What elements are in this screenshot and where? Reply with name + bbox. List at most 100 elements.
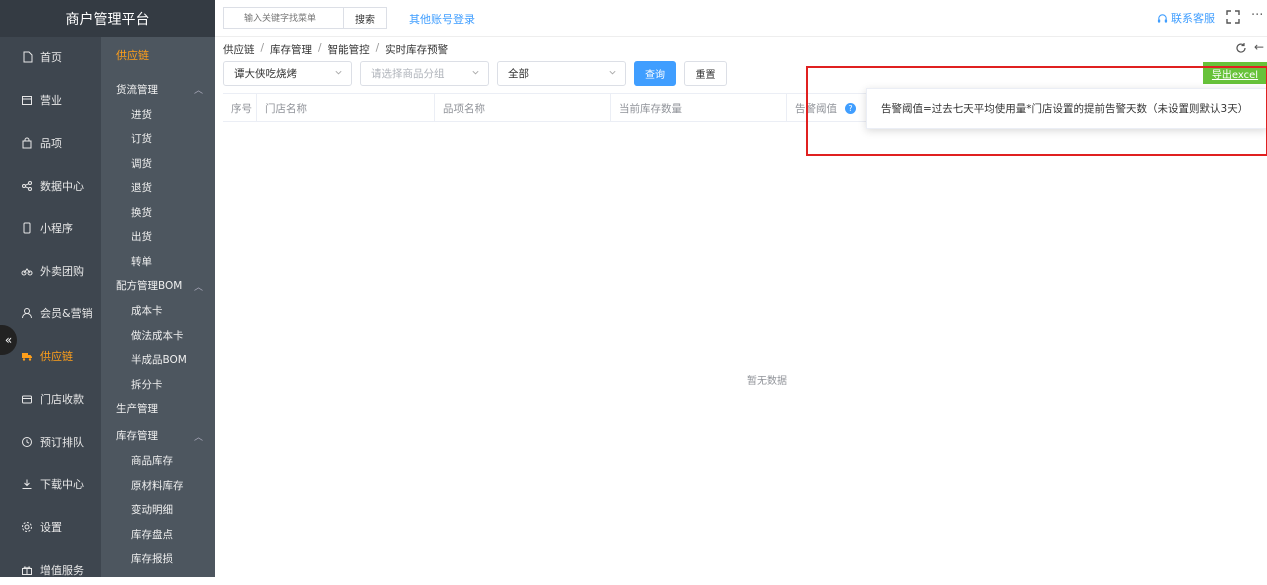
breadcrumb-separator: / [318,42,322,54]
primary-nav-label: 小程序 [40,222,73,235]
primary-nav-label: 门店收款 [40,393,84,406]
download-icon [20,477,34,491]
primary-nav-label: 首页 [40,51,62,64]
secondary-nav-item[interactable]: 库存报损 [101,548,215,570]
primary-nav-label: 下载中心 [40,478,84,491]
bike-icon [20,264,34,278]
breadcrumb: 供应链 / 库存管理 / 智能管控 / 实时库存预警 [223,42,448,57]
secondary-nav-item-label: 库存报损 [131,553,173,565]
primary-nav-item[interactable]: 小程序 [0,213,101,243]
secondary-nav-item-label: 转单 [131,255,152,268]
secondary-nav-item[interactable]: 库存盘点 [101,523,215,545]
secondary-nav-group[interactable]: 配方管理BOM ︿ [101,275,215,297]
secondary-nav-item-label: 变动明细 [131,504,173,516]
secondary-nav-item[interactable]: 进货 [101,103,215,125]
breadcrumb-item[interactable]: 供应链 [223,42,255,57]
secondary-nav-item[interactable]: 调货 [101,152,215,174]
category-select[interactable]: 请选择商品分组 [360,61,489,86]
secondary-nav-item[interactable]: 订货 [101,128,215,150]
secondary-nav-item-label: 退货 [131,182,152,194]
query-button[interactable]: 查询 [634,61,676,86]
secondary-nav-item[interactable]: 退货 [101,177,215,199]
status-select[interactable]: 全部 [497,61,626,86]
other-account-login-link[interactable]: 其他账号登录 [409,11,475,27]
secondary-nav-item[interactable]: 出货 [101,226,215,248]
primary-nav-item[interactable]: 预订排队 [0,427,101,457]
secondary-nav-item-label: 半成品BOM [131,354,187,366]
primary-nav-item[interactable]: 门店收款 [0,384,101,414]
support-label: 联系客服 [1171,12,1215,25]
breadcrumb-item: 实时库存预警 [385,44,449,56]
clock-icon [20,435,34,449]
primary-nav-label: 营业 [40,94,62,107]
secondary-nav-item-label: 进货 [131,108,152,121]
secondary-nav-item-label: 成本卡 [131,305,163,317]
top-header: 搜索 其他账号登录 联系客服 ··· [215,0,1267,37]
chevron-down-icon [472,70,479,75]
primary-nav-item[interactable]: 品项 [0,128,101,158]
category-select-placeholder: 请选择商品分组 [371,68,445,80]
wallet-icon [20,392,34,406]
secondary-sidebar: 供应链货流管理 ︿ 进货订货调货退货换货出货转单配方管理BOM ︿ 成本卡做法成本卡半成… [101,37,215,577]
primary-nav-label: 设置 [40,521,62,534]
file-icon [20,50,34,64]
export-excel-button[interactable]: 导出excel [1203,62,1267,84]
primary-nav-item[interactable]: 外卖团购 [0,256,101,286]
menu-search-input[interactable] [223,7,343,29]
help-icon[interactable]: ? [845,102,856,114]
secondary-nav-item-label: 订货 [131,133,152,145]
primary-nav-label: 外卖团购 [40,265,84,278]
secondary-nav-item-label: 库存盘点 [131,528,173,541]
secondary-nav-item[interactable]: 成本卡 [101,300,215,322]
secondary-nav-group[interactable]: 生产管理 [101,398,215,420]
breadcrumb-item[interactable]: 库存管理 [270,42,312,57]
back-arrow-icon[interactable]: ← [1254,40,1264,54]
fullscreen-icon[interactable] [1225,9,1241,25]
primary-nav-label: 数据中心 [40,180,84,193]
primary-nav-label: 增值服务 [40,564,84,577]
secondary-nav-group-label: 库存管理 [116,430,158,442]
secondary-nav-group[interactable]: 货流管理 ︿ [101,78,215,100]
breadcrumb-separator: / [375,42,380,54]
secondary-nav-item[interactable]: 拆分卡 [101,373,215,395]
secondary-nav-item[interactable]: 做法成本卡 [101,324,215,346]
reset-button[interactable]: 重置 [684,61,727,86]
headset-icon [1157,13,1168,23]
secondary-nav-item[interactable]: 换货 [101,201,215,223]
primary-nav-item[interactable]: 首页 [0,42,101,72]
secondary-nav-item-label: 做法成本卡 [131,329,184,342]
primary-nav-item[interactable]: 下载中心 [0,469,101,499]
refresh-icon[interactable] [1235,42,1247,54]
share-icon [20,179,34,193]
secondary-nav-item[interactable]: 半成品BOM [101,349,215,371]
secondary-nav-item-label: 出货 [131,231,152,243]
breadcrumb-item[interactable]: 智能管控 [328,42,370,57]
phone-icon [20,221,34,235]
primary-nav-item[interactable]: 数据中心 [0,171,101,201]
secondary-nav-item[interactable]: 商品库存 [101,450,215,472]
primary-nav-label: 品项 [40,137,62,150]
secondary-nav-item[interactable]: 变动明细 [101,499,215,521]
status-select-value: 全部 [508,68,529,80]
secondary-nav-title[interactable]: 供应链 [101,44,215,66]
primary-nav-item[interactable]: 设置 [0,512,101,542]
chevron-up-icon: ︿ [193,86,203,96]
secondary-nav-title-label: 供应链 [116,49,149,62]
secondary-nav-group[interactable]: 库存管理 ︿ [101,425,215,447]
secondary-nav-item[interactable]: 原材料库存 [101,474,215,496]
column-index: 序号 [223,94,257,122]
support-link[interactable]: 联系客服 [1157,10,1215,26]
app-title: 商户管理平台 [0,0,215,37]
search-button[interactable]: 搜索 [343,7,387,29]
secondary-nav-item-label: 调货 [131,157,152,170]
secondary-nav-item-label: 换货 [131,206,152,219]
primary-nav-item[interactable]: 增值服务 [0,555,101,585]
more-menu-icon[interactable]: ··· [1251,8,1263,23]
truck-icon [20,349,34,363]
primary-nav-item[interactable]: 会员&营销 [0,298,101,328]
primary-nav-item[interactable]: 营业 [0,85,101,115]
gift-icon [20,563,34,577]
gear-icon [20,520,34,534]
store-select[interactable]: 谭大侠吃烧烤 [223,61,352,86]
secondary-nav-item[interactable]: 转单 [101,250,215,272]
